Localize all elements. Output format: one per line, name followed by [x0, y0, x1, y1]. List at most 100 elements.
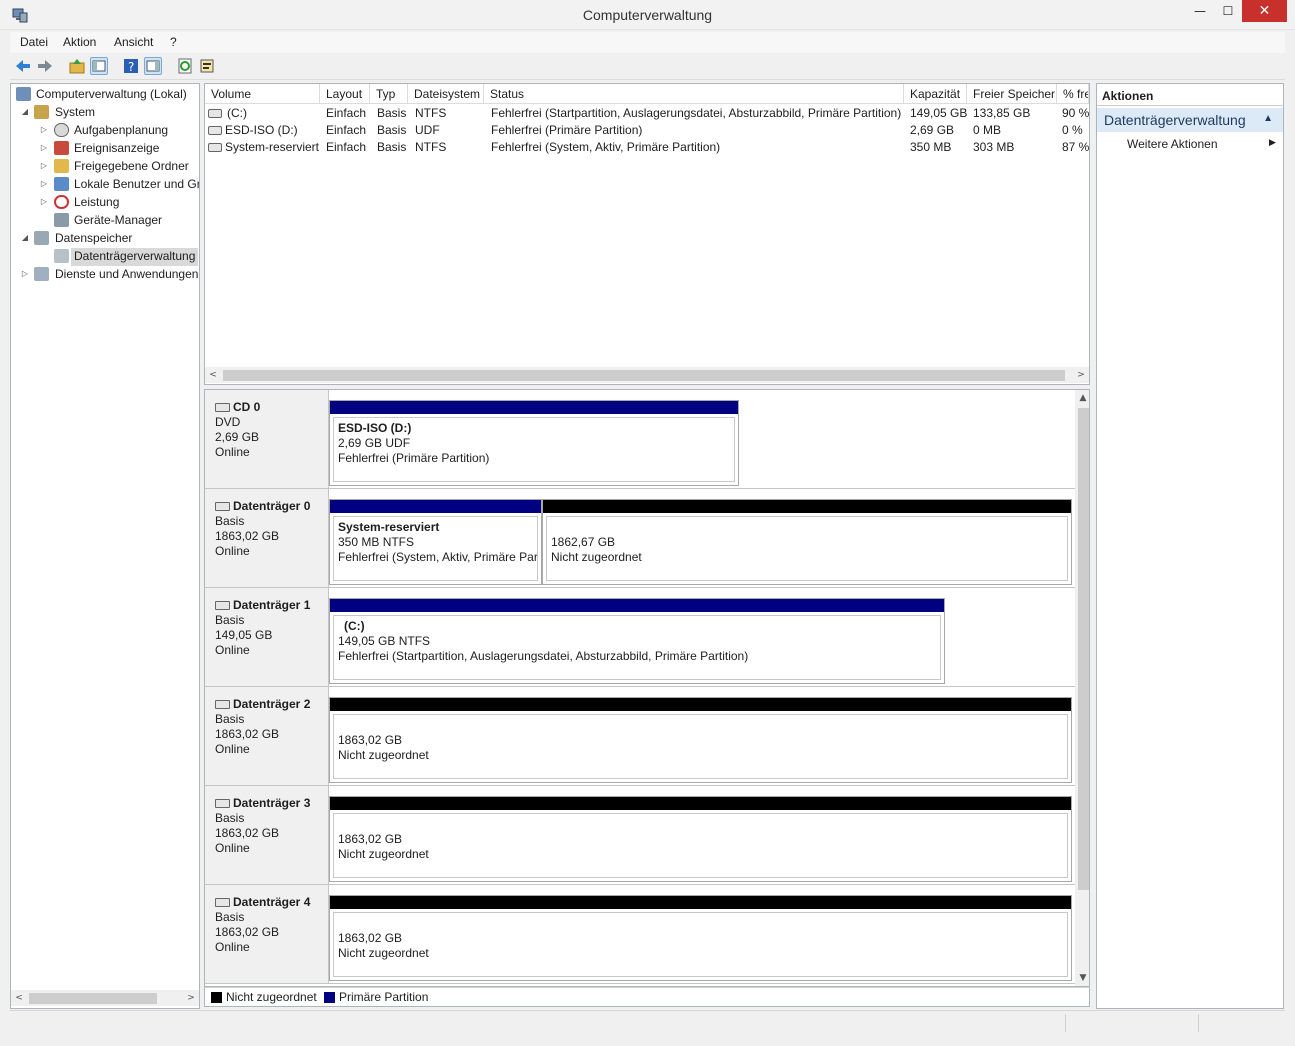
- partition-body: 1863,02 GB Nicht zugeordnet: [333, 912, 1068, 977]
- action-weitere-aktionen[interactable]: Weitere Aktionen: [1127, 137, 1218, 151]
- disk-row-2[interactable]: Datenträger 2 Basis 1863,02 GB Online 18…: [205, 687, 1075, 786]
- partition-unallocated[interactable]: 1863,02 GB Nicht zugeordnet: [329, 796, 1072, 882]
- partition-title: System-reserviert: [338, 520, 440, 534]
- menu-datei[interactable]: Datei: [20, 35, 48, 49]
- partition-system-reserviert[interactable]: System-reserviert 350 MB NTFS Fehlerfrei…: [329, 499, 542, 585]
- close-button[interactable]: ✕: [1242, 0, 1287, 22]
- menu-ansicht[interactable]: Ansicht: [114, 35, 153, 49]
- tree-item-datenspeicher[interactable]: ◢ Datenspeicher: [11, 229, 199, 247]
- up-icon[interactable]: [68, 57, 86, 75]
- expand-triangle-icon[interactable]: ▷: [39, 157, 49, 175]
- expand-triangle-icon[interactable]: ▷: [39, 193, 49, 211]
- tree-item-freigegebene-ordner[interactable]: ▷ Freigegebene Ordner: [11, 157, 199, 175]
- submenu-arrow-icon[interactable]: ▶: [1269, 138, 1276, 148]
- tree-item-computerverwaltung[interactable]: Computerverwaltung (Lokal): [11, 85, 199, 103]
- tree-item-system[interactable]: ◢ System: [11, 103, 199, 121]
- disk-info: Datenträger 1 Basis 149,05 GB Online: [205, 588, 329, 686]
- hard-disk-icon: [215, 502, 230, 511]
- column-header-prozent-frei[interactable]: % frei: [1057, 84, 1089, 104]
- show-hide-console-tree-icon[interactable]: [90, 57, 108, 75]
- table-row[interactable]: ESD-ISO (D:) Einfach Basis UDF Fehlerfre…: [205, 122, 1089, 139]
- legend-swatch-primary: [324, 992, 335, 1003]
- collapse-triangle-icon[interactable]: ◢: [20, 103, 30, 121]
- column-header-dateisystem[interactable]: Dateisystem: [408, 84, 484, 104]
- table-row[interactable]: (C:) Einfach Basis NTFS Fehlerfrei (Star…: [205, 105, 1089, 122]
- disk-name: Datenträger 0: [215, 499, 328, 514]
- disk-vertical-scrollbar[interactable]: ▲ ▼: [1075, 390, 1089, 986]
- scroll-right-icon[interactable]: >: [1073, 367, 1089, 383]
- partition-body: System-reserviert 350 MB NTFS Fehlerfrei…: [333, 516, 538, 581]
- scroll-left-icon[interactable]: <: [11, 990, 27, 1006]
- disk-size: 2,69 GB: [215, 430, 260, 444]
- column-header-kapazitaet[interactable]: Kapazität: [904, 84, 967, 104]
- disk-row-1[interactable]: Datenträger 1 Basis 149,05 GB Online (C:…: [205, 588, 1075, 687]
- scrollbar-thumb[interactable]: [1078, 408, 1089, 890]
- tree-item-aufgabenplanung[interactable]: ▷ Aufgabenplanung: [11, 121, 199, 139]
- column-header-layout[interactable]: Layout: [320, 84, 370, 104]
- partition-size: 1863,02 GB: [338, 733, 403, 747]
- partition-unallocated[interactable]: 1863,02 GB Nicht zugeordnet: [329, 895, 1072, 981]
- table-row[interactable]: System-reserviert Einfach Basis NTFS Feh…: [205, 139, 1089, 156]
- maximize-button[interactable]: ☐: [1214, 0, 1242, 22]
- scrollbar-thumb[interactable]: [223, 370, 1065, 381]
- disk-row-3[interactable]: Datenträger 3 Basis 1863,02 GB Online 18…: [205, 786, 1075, 885]
- volume-list: Volume Layout Typ Dateisystem Status Kap…: [204, 83, 1090, 385]
- scroll-up-icon[interactable]: ▲: [1075, 390, 1089, 406]
- column-header-status[interactable]: Status: [484, 84, 904, 104]
- window-title: Computerverwaltung: [582, 7, 713, 23]
- tree-item-label: Computerverwaltung (Lokal): [36, 87, 187, 101]
- cell-status: Fehlerfrei (System, Aktiv, Primäre Parti…: [491, 140, 721, 154]
- scrollbar-thumb[interactable]: [29, 993, 157, 1004]
- tree-item-ereignisanzeige[interactable]: ▷ Ereignisanzeige: [11, 139, 199, 157]
- tree-item-leistung[interactable]: ▷ Leistung: [11, 193, 199, 211]
- disk-info: Datenträger 0 Basis 1863,02 GB Online: [205, 489, 329, 587]
- title-bar: Computerverwaltung — ☐ ✕: [0, 0, 1295, 30]
- back-icon[interactable]: [14, 57, 32, 75]
- partition-unallocated[interactable]: 1863,02 GB Nicht zugeordnet: [329, 697, 1072, 783]
- expand-triangle-icon[interactable]: ▷: [39, 139, 49, 157]
- menu-aktion[interactable]: Aktion: [63, 35, 96, 49]
- tree-item-label: Datenspeicher: [55, 231, 133, 245]
- tree-horizontal-scrollbar[interactable]: < >: [11, 990, 199, 1006]
- scroll-left-icon[interactable]: <: [205, 367, 221, 383]
- scroll-down-icon[interactable]: ▼: [1075, 970, 1089, 986]
- column-header-freier-speicher[interactable]: Freier Speicher: [967, 84, 1057, 104]
- volume-horizontal-scrollbar[interactable]: < >: [205, 367, 1089, 383]
- partition-esd-iso[interactable]: ESD-ISO (D:) 2,69 GB UDF Fehlerfrei (Pri…: [329, 400, 739, 486]
- disk-row-cd0[interactable]: CD 0 DVD 2,69 GB Online ESD-ISO (D:) 2,6…: [205, 390, 1075, 489]
- expand-triangle-icon[interactable]: ▷: [20, 265, 30, 283]
- tree-item-geraete-manager[interactable]: Geräte-Manager: [11, 211, 199, 229]
- actions-section-datentraegerverwaltung[interactable]: Datenträgerverwaltung ▲: [1097, 108, 1283, 132]
- partition-status: Fehlerfrei (Startpartition, Auslagerungs…: [338, 649, 749, 663]
- disk-info: Datenträger 2 Basis 1863,02 GB Online: [205, 687, 329, 785]
- action-label: Weitere Aktionen: [1127, 137, 1218, 151]
- partition-status: Nicht zugeordnet: [338, 946, 429, 960]
- partition-title: (C:): [344, 619, 365, 633]
- tree-item-dienste[interactable]: ▷ Dienste und Anwendungen: [11, 265, 199, 283]
- refresh-icon[interactable]: [176, 57, 194, 75]
- scroll-right-icon[interactable]: >: [183, 990, 199, 1006]
- disk-type: Basis: [215, 712, 245, 726]
- collapse-arrow-icon[interactable]: ▲: [1263, 113, 1273, 124]
- properties-icon[interactable]: [198, 57, 216, 75]
- partition-bar: [330, 500, 541, 513]
- disk-name-text: Datenträger 1: [233, 598, 311, 612]
- expand-triangle-icon[interactable]: ▷: [39, 121, 49, 139]
- disk-info: CD 0 DVD 2,69 GB Online: [205, 390, 329, 488]
- minimize-button[interactable]: —: [1186, 0, 1214, 22]
- forward-icon[interactable]: [36, 57, 54, 75]
- disk-row-4[interactable]: Datenträger 4 Basis 1863,02 GB Online 18…: [205, 885, 1075, 984]
- disk-row-0[interactable]: Datenträger 0 Basis 1863,02 GB Online Sy…: [205, 489, 1075, 588]
- partition-unallocated[interactable]: 1862,67 GB Nicht zugeordnet: [542, 499, 1072, 585]
- column-header-volume[interactable]: Volume: [205, 84, 320, 104]
- partition-c[interactable]: (C:) 149,05 GB NTFS Fehlerfrei (Startpar…: [329, 598, 945, 684]
- menu-help[interactable]: ?: [170, 35, 177, 49]
- tree-item-datentraegerverwaltung[interactable]: Datenträgerverwaltung: [11, 247, 199, 265]
- help-icon[interactable]: ?: [122, 57, 140, 75]
- column-header-typ[interactable]: Typ: [370, 84, 408, 104]
- expand-triangle-icon[interactable]: ▷: [39, 175, 49, 193]
- collapse-triangle-icon[interactable]: ◢: [20, 229, 30, 247]
- device-manager-icon: [54, 213, 69, 227]
- tree-item-lokale-benutzer[interactable]: ▷ Lokale Benutzer und Gruppen: [11, 175, 199, 193]
- action-pane-icon[interactable]: [144, 57, 162, 75]
